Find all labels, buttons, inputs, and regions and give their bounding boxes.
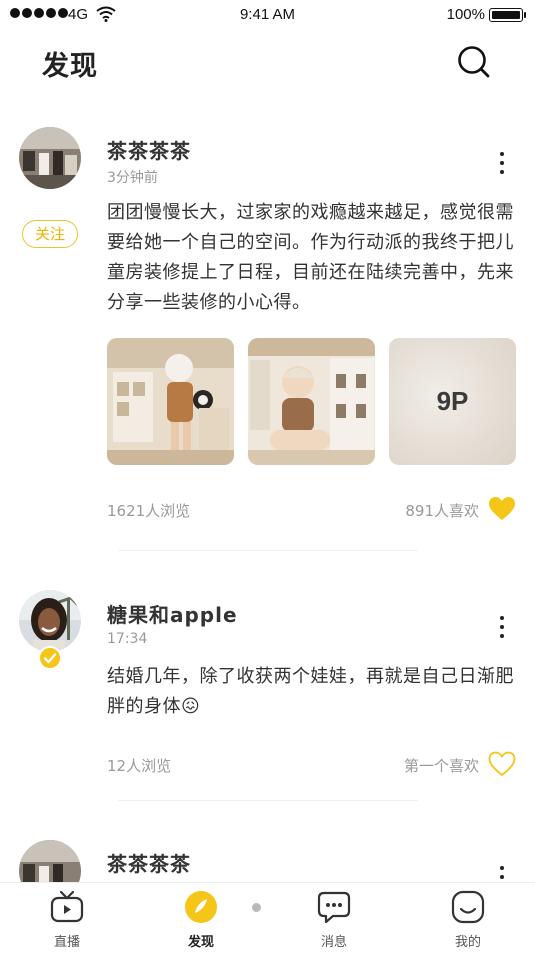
- post-divider: [118, 800, 418, 801]
- photo-count-label: 9P: [436, 386, 469, 416]
- post-time: 17:34: [107, 631, 148, 647]
- post-divider: [118, 550, 418, 551]
- profile-icon: [451, 890, 485, 924]
- tab-messages[interactable]: 消息: [284, 883, 384, 953]
- page-title: 发现: [42, 51, 98, 82]
- search-icon[interactable]: [455, 44, 491, 80]
- status-bar: 4G 9:41 AM 100%: [0, 0, 535, 30]
- photo-grid: 9P: [107, 338, 516, 465]
- heart-filled-icon[interactable]: [488, 496, 516, 522]
- heart-outline-icon[interactable]: [488, 751, 516, 777]
- tab-label: 消息: [320, 935, 347, 950]
- tab-label: 我的: [454, 935, 481, 950]
- more-options-icon[interactable]: [496, 616, 508, 638]
- tab-label: 直播: [53, 935, 80, 950]
- post-text: 团团慢慢长大，过家家的戏瘾越来越足，感觉很需要给她一个自己的空间。作为行动派的我…: [107, 202, 514, 313]
- tab-live[interactable]: 直播: [17, 883, 117, 953]
- view-count: 12人浏览: [107, 757, 172, 775]
- battery-icon: [489, 8, 526, 22]
- post-text: 结婚几年，除了收获两个娃娃，再就是自己日渐肥胖的身体😖: [107, 666, 514, 717]
- tab-profile[interactable]: 我的: [418, 883, 518, 953]
- battery-percent: 100%: [446, 6, 485, 23]
- message-icon: [317, 891, 351, 924]
- tv-icon: [50, 890, 84, 923]
- username[interactable]: 糖果和apple: [107, 599, 238, 628]
- username[interactable]: 茶茶茶茶: [107, 135, 191, 164]
- like-count: 891人喜欢: [405, 502, 479, 520]
- post-photo[interactable]: [107, 338, 234, 465]
- view-count: 1621人浏览: [107, 502, 191, 520]
- like-count: 第一个喜欢: [403, 757, 479, 775]
- more-options-icon[interactable]: [496, 152, 508, 174]
- post-photo[interactable]: [248, 338, 375, 465]
- avatar[interactable]: [19, 127, 81, 189]
- verified-badge-icon: [38, 646, 62, 670]
- more-photos-thumbnail[interactable]: 9P: [389, 338, 516, 465]
- tab-discover[interactable]: 发现: [151, 883, 251, 953]
- username[interactable]: 茶茶茶茶: [107, 848, 191, 877]
- avatar[interactable]: [19, 590, 81, 652]
- header: 发现: [0, 30, 535, 100]
- discover-icon: [185, 891, 217, 923]
- follow-button[interactable]: 关注: [22, 220, 78, 248]
- post-time: 3分钟前: [107, 170, 158, 186]
- tab-label: 发现: [187, 935, 214, 950]
- tab-bar: 直播 发现 消息 我的: [0, 882, 535, 953]
- unread-dot: [252, 903, 261, 912]
